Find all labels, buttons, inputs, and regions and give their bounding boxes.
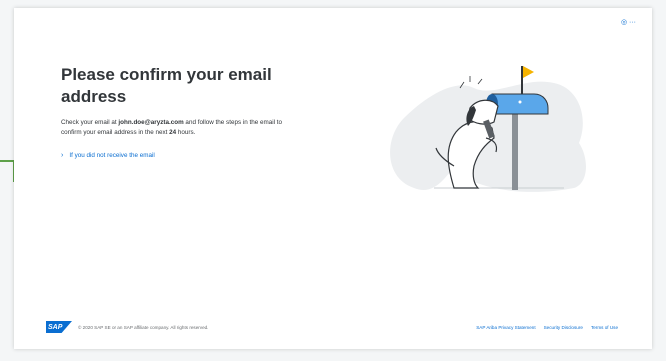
- flag-pole: [521, 66, 523, 94]
- mailbox-body: [491, 93, 549, 115]
- confirmation-description: Check your email at john.doe@aryzta.com …: [61, 118, 301, 138]
- browser-frame: ◎ ··· Please confirm your email address …: [0, 0, 666, 361]
- desc-prefix: Check your email at: [61, 119, 119, 126]
- copyright-text: © 2020 SAP SE or an SAP affiliate compan…: [78, 324, 209, 330]
- security-disclosure-link[interactable]: Security Disclosure: [544, 325, 583, 330]
- settings-icon[interactable]: ◎ ···: [621, 18, 636, 26]
- privacy-statement-link[interactable]: SAP Ariba Privacy Statement: [476, 325, 535, 330]
- dog-mailbox-illustration: [390, 66, 586, 192]
- flag-icon: [523, 66, 534, 78]
- resend-help-link-text[interactable]: If you did not receive the email: [69, 152, 154, 159]
- resend-help-link[interactable]: › If you did not receive the email: [61, 152, 155, 159]
- side-marker-line: [0, 160, 14, 162]
- motion-line: [477, 78, 483, 85]
- footer-links: SAP Ariba Privacy Statement Security Dis…: [476, 325, 618, 330]
- sap-logo: SAP: [46, 321, 72, 333]
- confirmation-page: ◎ ··· Please confirm your email address …: [14, 8, 652, 349]
- terms-of-use-link[interactable]: Terms of Use: [591, 325, 618, 330]
- mailbox-knob: [518, 100, 522, 104]
- page-title: Please confirm your email address: [61, 65, 272, 106]
- mailbox-post: [512, 108, 518, 190]
- desc-suffix: hours.: [176, 129, 196, 136]
- page-footer: SAP © 2020 SAP SE or an SAP affiliate co…: [46, 320, 618, 334]
- chevron-right-icon: ›: [61, 152, 64, 159]
- email-address: john.doe@aryzta.com: [118, 119, 184, 126]
